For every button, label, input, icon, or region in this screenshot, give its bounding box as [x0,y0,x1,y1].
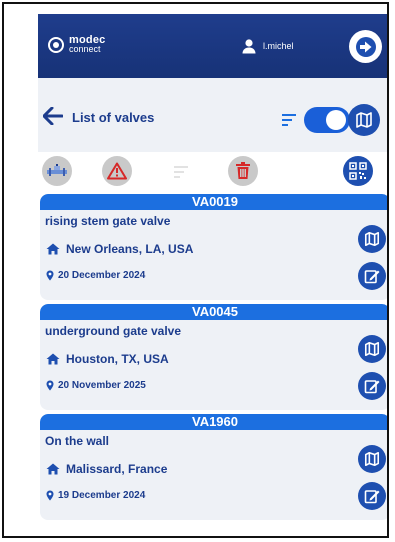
qr-scan-button[interactable] [343,156,373,186]
edit-icon [364,490,380,504]
alerts-filter-button[interactable] [102,156,132,186]
location-text: New Orleans, LA, USA [66,242,194,256]
date-text: 19 December 2024 [58,490,146,501]
top-bar: modec connect l.michel [38,14,387,78]
edit-icon [364,380,380,394]
home-icon [46,243,60,255]
valve-edit-button[interactable] [358,372,386,400]
valve-id: VA0045 [40,304,387,320]
date-text: 20 November 2025 [58,380,146,391]
logout-button[interactable] [349,30,382,63]
valve-date: 19 December 2024 [46,490,145,501]
logo-icon [48,37,64,53]
valve-location: Malissard, France [46,462,167,476]
location-pin-icon [46,490,54,501]
warning-icon [107,162,127,180]
valve-edit-button[interactable] [358,262,386,290]
map-icon [364,341,380,357]
valve-edit-button[interactable] [358,482,386,510]
logout-icon [355,36,376,57]
qr-code-icon [349,162,367,180]
date-text: 20 December 2024 [58,270,146,281]
valve-date: 20 November 2025 [46,380,146,391]
back-arrow-icon[interactable] [43,107,63,125]
user-icon [242,39,256,54]
map-icon [356,112,372,128]
map-icon [364,451,380,467]
pipeline-filter-button[interactable] [42,156,72,186]
home-icon [46,463,60,475]
valve-description: underground gate valve [45,324,182,338]
valve-location: Houston, TX, USA [46,352,169,366]
view-toggle[interactable] [304,107,350,133]
brand-logo: modec connect [48,35,105,54]
edit-icon [364,270,380,284]
sort-disabled-icon [174,166,188,178]
valve-map-button[interactable] [358,445,386,473]
valve-id: VA0019 [40,194,387,210]
location-pin-icon [46,380,54,391]
home-icon [46,353,60,365]
trash-icon [236,162,250,179]
location-pin-icon [46,270,54,281]
sort-icon[interactable] [282,112,304,128]
valve-date: 20 December 2024 [46,270,145,281]
app-screen: modec connect l.michel List of valves VA… [38,14,387,536]
screenshot-frame: modec connect l.michel List of valves VA… [2,2,389,538]
user-info[interactable]: l.michel [241,38,294,54]
page-title: List of valves [72,110,155,125]
location-text: Malissard, France [66,462,168,476]
valve-card[interactable]: VA0045 underground gate valve Houston, T… [40,304,387,410]
valve-map-button[interactable] [358,335,386,363]
valve-description: rising stem gate valve [45,214,171,228]
valve-id: VA1960 [40,414,387,430]
brand-subname: connect [69,44,101,54]
username-label: l.michel [263,41,294,51]
location-text: Houston, TX, USA [66,352,169,366]
pipeline-icon [47,164,67,176]
toggle-knob [326,110,346,130]
valve-location: New Orleans, LA, USA [46,242,193,256]
map-view-button[interactable] [348,104,380,136]
valve-card[interactable]: VA1960 On the wall Malissard, France 19 … [40,414,387,520]
valve-map-button[interactable] [358,225,386,253]
valve-card[interactable]: VA0019 rising stem gate valve New Orlean… [40,194,387,300]
valve-description: On the wall [45,434,110,448]
delete-button[interactable] [228,156,258,186]
map-icon [364,231,380,247]
